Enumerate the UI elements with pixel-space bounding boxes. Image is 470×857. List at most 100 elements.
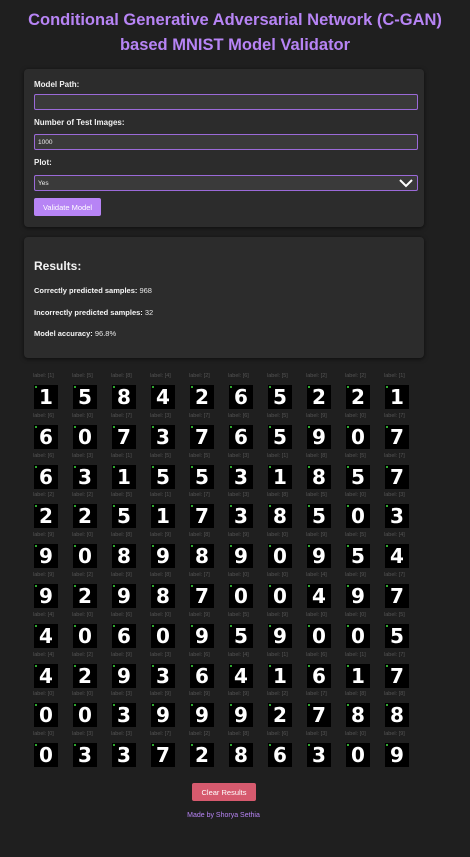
sample-label: label: [1]	[345, 651, 366, 658]
sample-label: label: [5]	[345, 532, 366, 539]
sample-digit-image: 0	[34, 703, 58, 728]
sample-label: label: [0]	[306, 611, 327, 618]
accuracy-line: Model accuracy: 96.8%	[34, 329, 116, 338]
sample-cell: label: [3] 3	[381, 492, 420, 532]
sample-label: label: [2]	[267, 691, 288, 698]
sample-digit-image: 0	[73, 623, 97, 648]
sample-digit-image: 0	[73, 703, 97, 728]
sample-cell: label: [1] 1	[381, 373, 420, 413]
sample-cell: label: [6] 6	[264, 731, 303, 771]
sample-label: label: [0]	[33, 691, 54, 698]
sample-cell: label: [6] 6	[108, 612, 147, 652]
sample-label: label: [5]	[150, 452, 171, 459]
sample-cell: label: [3] 3	[225, 492, 264, 532]
sample-digit-image: 6	[34, 424, 58, 449]
sample-label: label: [1]	[267, 452, 288, 459]
sample-digit-image: 2	[73, 504, 97, 529]
model-path-input[interactable]	[34, 94, 418, 110]
sample-cell: label: [7] 7	[381, 572, 420, 612]
sample-label: label: [3]	[228, 492, 249, 499]
sample-label: label: [6]	[189, 651, 210, 658]
sample-cell: label: [2] 2	[186, 373, 225, 413]
sample-label: label: [3]	[228, 452, 249, 459]
sample-label: label: [0]	[345, 731, 366, 738]
sample-cell: label: [3] 3	[147, 413, 186, 453]
sample-label: label: [1]	[267, 651, 288, 658]
sample-digit-image: 9	[112, 663, 136, 688]
sample-cell: label: [4] 4	[30, 612, 69, 652]
sample-cell: label: [5] 5	[186, 453, 225, 493]
sample-cell: label: [2] 2	[186, 731, 225, 771]
sample-digit-image: 0	[268, 583, 292, 608]
sample-label: label: [6]	[33, 452, 54, 459]
sample-digit-image: 4	[307, 583, 331, 608]
sample-digit-image: 9	[112, 583, 136, 608]
sample-digit-image: 5	[190, 464, 214, 489]
sample-digit-image: 5	[268, 385, 292, 409]
sample-cell: label: [4] 4	[381, 532, 420, 572]
sample-cell: label: [2] 2	[69, 492, 108, 532]
sample-label: label: [3]	[111, 691, 132, 698]
sample-digit-image: 1	[346, 663, 370, 688]
sample-cell: label: [7] 7	[147, 731, 186, 771]
sample-cell: label: [5] 5	[303, 492, 342, 532]
sample-label: label: [0]	[72, 412, 93, 419]
sample-cell: label: [8] 8	[225, 731, 264, 771]
sample-cell: label: [9] 9	[225, 691, 264, 731]
sample-digit-image: 8	[346, 703, 370, 728]
sample-digit-image: 9	[346, 583, 370, 608]
sample-label: label: [4]	[33, 651, 54, 658]
plot-select[interactable]: Yes	[34, 175, 418, 191]
sample-label: label: [5]	[345, 452, 366, 459]
sample-cell: label: [5] 5	[147, 453, 186, 493]
incorrect-samples-value: 32	[144, 308, 154, 317]
sample-cell: label: [9] 9	[186, 612, 225, 652]
sample-label: label: [1]	[111, 452, 132, 459]
sample-label: label: [9]	[111, 571, 132, 578]
sample-cell: label: [2] 2	[303, 373, 342, 413]
sample-digit-image: 2	[73, 583, 97, 608]
sample-digit-image: 7	[112, 424, 136, 449]
accuracy-value: 96.8%	[94, 329, 117, 338]
sample-label: label: [4]	[33, 611, 54, 618]
sample-digit-image: 3	[151, 663, 175, 688]
sample-cell: label: [4] 4	[303, 572, 342, 612]
sample-digit-image: 9	[229, 544, 253, 569]
sample-label: label: [7]	[111, 412, 132, 419]
sample-digit-image: 0	[73, 424, 97, 449]
sample-digit-image: 9	[307, 544, 331, 569]
sample-cell: label: [3] 3	[147, 652, 186, 692]
sample-cell: label: [0] 0	[264, 532, 303, 572]
sample-digit-image: 3	[73, 743, 97, 768]
sample-digit-image: 0	[34, 743, 58, 768]
sample-cell: label: [0] 0	[69, 691, 108, 731]
num-images-label: Number of Test Images:	[34, 118, 125, 127]
sample-digit-image: 3	[73, 464, 97, 489]
sample-label: label: [4]	[306, 571, 327, 578]
sample-digit-image: 2	[73, 663, 97, 688]
sample-cell: label: [5] 5	[69, 373, 108, 413]
plot-label: Plot:	[34, 158, 52, 167]
sample-label: label: [4]	[228, 651, 249, 658]
sample-cell: label: [9] 9	[108, 652, 147, 692]
sample-digit-image: 3	[229, 464, 253, 489]
sample-label: label: [9]	[345, 571, 366, 578]
validate-model-button[interactable]: Validate Model	[34, 198, 101, 216]
sample-label: label: [0]	[72, 532, 93, 539]
sample-label: label: [3]	[72, 452, 93, 459]
num-images-input[interactable]: 1000	[34, 134, 418, 150]
sample-label: label: [8]	[111, 532, 132, 539]
sample-digit-image: 7	[190, 424, 214, 449]
sample-cell: label: [9] 9	[30, 532, 69, 572]
sample-digit-image: 0	[73, 544, 97, 569]
sample-label: label: [2]	[33, 492, 54, 499]
sample-cell: label: [9] 9	[303, 413, 342, 453]
sample-digit-image: 4	[385, 544, 409, 569]
clear-results-button[interactable]: Clear Results	[192, 783, 256, 801]
correct-samples-value: 968	[139, 286, 152, 295]
sample-cell: label: [0] 0	[225, 572, 264, 612]
sample-label: label: [8]	[189, 532, 210, 539]
sample-cell: label: [7] 7	[186, 413, 225, 453]
sample-digit-image: 9	[385, 743, 409, 768]
sample-cell: label: [4] 4	[147, 373, 186, 413]
